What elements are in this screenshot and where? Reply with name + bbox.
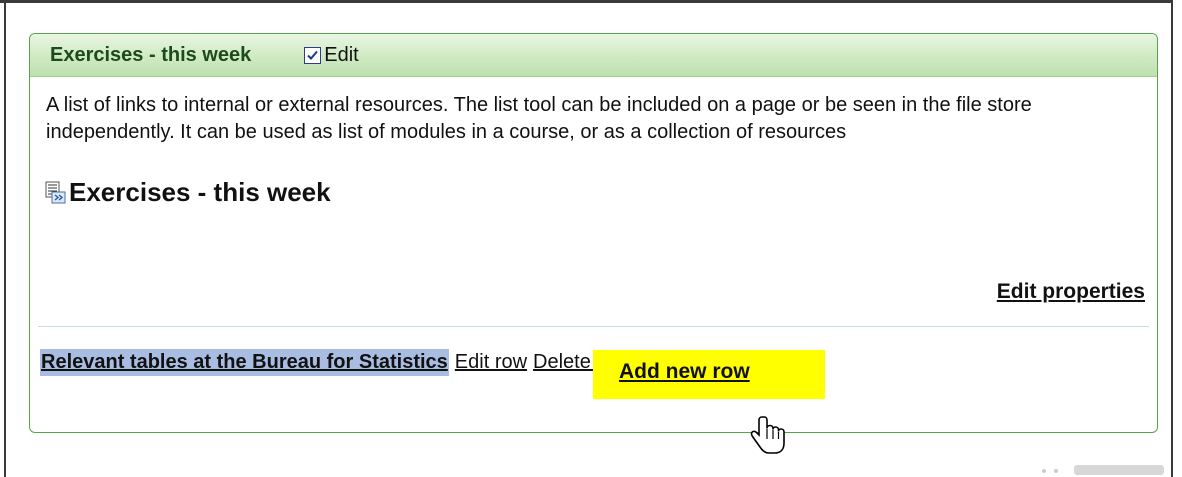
- checkmark-icon: [307, 50, 318, 60]
- list-title: Exercises - this week: [69, 177, 331, 207]
- add-new-row-link[interactable]: Add new row: [619, 360, 750, 384]
- list-item-link[interactable]: Relevant tables at the Bureau for Statis…: [40, 349, 449, 376]
- divider: [38, 326, 1149, 327]
- list-title-row: Exercises - this week: [43, 177, 1157, 208]
- edit-label: Edit: [324, 43, 359, 66]
- watermark-logo: [1042, 465, 1164, 475]
- page-frame-top-edge: [0, 0, 1173, 3]
- page-frame-left-edge: [4, 0, 6, 477]
- edit-checkbox[interactable]: [304, 46, 322, 64]
- hand-cursor-icon: [750, 416, 785, 454]
- panel-title: Exercises - this week: [50, 43, 252, 66]
- add-new-row-highlight: Add new row: [593, 350, 825, 399]
- panel-description: A list of links to internal or external …: [46, 94, 1032, 143]
- edit-row-link[interactable]: Edit row: [455, 351, 527, 374]
- list-item: Relevant tables at the Bureau for Statis…: [40, 349, 629, 376]
- list-document-icon: [45, 181, 66, 203]
- panel-header: Exercises - this week Edit: [30, 34, 1157, 77]
- edit-toggle[interactable]: Edit: [304, 43, 359, 67]
- edit-properties-link[interactable]: Edit properties: [997, 280, 1145, 304]
